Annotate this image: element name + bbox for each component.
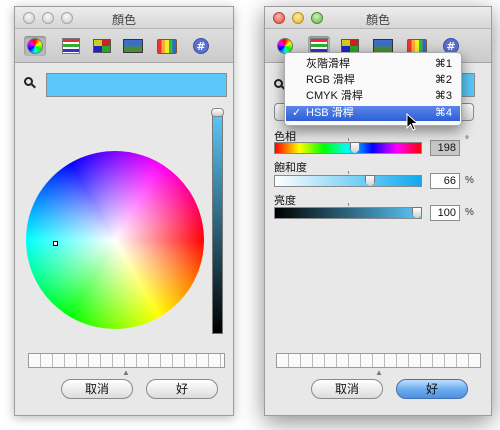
saturation-unit: % bbox=[465, 175, 474, 186]
image-palettes-tab[interactable] bbox=[122, 36, 144, 56]
color-wheel-icon bbox=[27, 38, 43, 54]
toolbar: # bbox=[15, 29, 233, 63]
current-color-swatch[interactable] bbox=[461, 73, 475, 97]
brightness-slider[interactable] bbox=[212, 113, 223, 334]
saturation-value[interactable]: 66 bbox=[430, 173, 460, 189]
menu-item-shortcut: ⌘4 bbox=[434, 107, 452, 119]
ok-button[interactable]: 好 bbox=[146, 379, 218, 399]
checkmark-icon: ✓ bbox=[292, 107, 302, 119]
brightness-label: 亮度 bbox=[274, 195, 296, 207]
palette-icon bbox=[93, 39, 111, 53]
image-icon bbox=[123, 39, 143, 53]
brightness-value[interactable]: 100 bbox=[430, 205, 460, 221]
hue-value[interactable]: 198 bbox=[430, 140, 460, 156]
resize-grip-icon[interactable]: ▲ bbox=[121, 369, 131, 377]
crayons-icon bbox=[157, 39, 177, 54]
menu-item-label: RGB 滑桿 bbox=[306, 74, 355, 86]
favorite-swatches[interactable] bbox=[28, 353, 225, 368]
menu-item-shortcut: ⌘3 bbox=[434, 90, 452, 102]
color-palettes-tab[interactable] bbox=[91, 36, 113, 56]
menu-item-shortcut: ⌘2 bbox=[434, 74, 452, 86]
menu-item-label: HSB 滑桿 bbox=[306, 107, 354, 119]
color-wheel-tab[interactable] bbox=[24, 36, 46, 56]
brightness-slider-knob[interactable] bbox=[211, 108, 224, 117]
favorite-swatches[interactable] bbox=[276, 353, 481, 368]
slider-mode-menu: 灰階滑桿 ⌘1 RGB 滑桿 ⌘2 CMYK 滑桿 ⌘3 ✓ HSB 滑桿 ⌘4 bbox=[284, 52, 462, 126]
colors-window-wheel: 顏色 # ▲ 取消 好 bbox=[14, 6, 234, 416]
title-bar: 顏色 bbox=[265, 7, 491, 29]
current-color-swatch[interactable] bbox=[46, 73, 227, 97]
image-icon bbox=[373, 39, 393, 53]
sliders-icon bbox=[62, 38, 80, 54]
menu-item-shortcut: ⌘1 bbox=[434, 58, 452, 70]
hash-icon: # bbox=[193, 38, 209, 54]
color-wheel-marker[interactable] bbox=[53, 241, 58, 246]
palette-icon bbox=[341, 39, 359, 53]
magnifier-icon[interactable] bbox=[24, 77, 36, 89]
cancel-button[interactable]: 取消 bbox=[311, 379, 383, 399]
menu-item-grayscale[interactable]: 灰階滑桿 ⌘1 bbox=[286, 57, 460, 72]
menu-item-label: 灰階滑桿 bbox=[306, 58, 350, 70]
menu-item-rgb[interactable]: RGB 滑桿 ⌘2 bbox=[286, 73, 460, 88]
brightness-slider[interactable] bbox=[274, 207, 422, 219]
window-title: 顏色 bbox=[365, 13, 390, 27]
color-sliders-tab[interactable] bbox=[60, 36, 82, 56]
window-title: 顏色 bbox=[111, 13, 136, 27]
menu-item-label: CMYK 滑桿 bbox=[306, 90, 363, 102]
title-bar: 顏色 bbox=[15, 7, 233, 29]
brightness-unit: % bbox=[465, 207, 474, 218]
menu-item-hsb[interactable]: ✓ HSB 滑桿 ⌘4 bbox=[286, 106, 460, 121]
hue-slider[interactable] bbox=[274, 142, 422, 154]
mouse-cursor-icon bbox=[406, 113, 419, 131]
ok-button[interactable]: 好 bbox=[396, 379, 468, 399]
menu-item-cmyk[interactable]: CMYK 滑桿 ⌘3 bbox=[286, 89, 460, 104]
saturation-label: 飽和度 bbox=[274, 162, 307, 174]
hex-picker-tab[interactable]: # bbox=[190, 36, 212, 56]
cancel-button[interactable]: 取消 bbox=[61, 379, 133, 399]
color-wheel[interactable] bbox=[26, 151, 204, 329]
hue-unit: ° bbox=[465, 135, 469, 146]
saturation-slider[interactable] bbox=[274, 175, 422, 187]
resize-grip-icon[interactable]: ▲ bbox=[374, 369, 384, 377]
crayons-tab[interactable] bbox=[156, 36, 178, 56]
